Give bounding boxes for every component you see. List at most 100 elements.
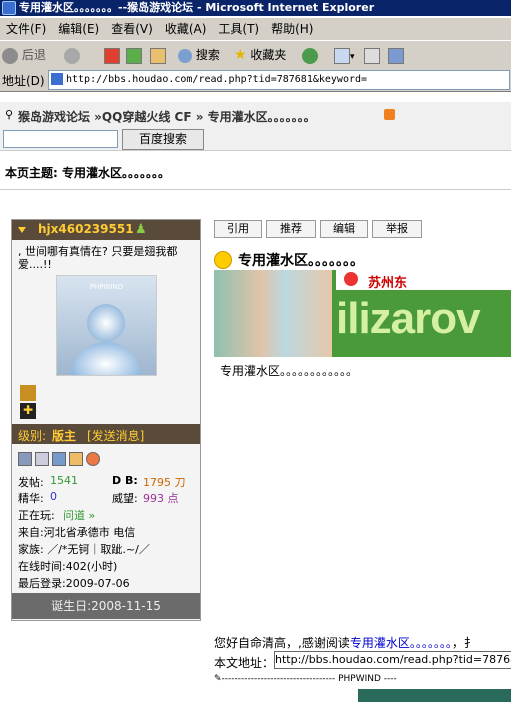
- bottom-image: [358, 689, 511, 702]
- user-from: 来自:河北省承德市 电信: [18, 526, 136, 539]
- home-icon: [150, 47, 166, 64]
- search-magnifier-icon: ⚲: [5, 108, 14, 121]
- separator-text: ----------------------------------- PHPW…: [221, 674, 397, 684]
- search-input[interactable]: [3, 130, 118, 148]
- playing-link[interactable]: 问道 »: [63, 507, 95, 523]
- hospital-cross-icon: [344, 272, 358, 286]
- level-label: 级别:: [18, 429, 47, 443]
- window-title-bar: 专用灌水区。。。。。。。--猴岛游戏论坛 - Microsoft Interne…: [0, 0, 511, 16]
- address-url: http://bbs.houdao.com/read.php?tid=78768…: [66, 74, 368, 85]
- medal-icon: ✚: [18, 385, 38, 419]
- menu-help[interactable]: 帮助(H): [265, 18, 319, 40]
- footer-topic-link[interactable]: 专用灌水区。。。。。。。: [350, 636, 452, 650]
- quote-button[interactable]: 引用: [214, 220, 262, 238]
- url-label: 本文地址：: [214, 656, 275, 670]
- user-signature: , 世间哪有真情在? 只要是翅我都爱....!!: [18, 245, 178, 271]
- edit-button[interactable]: [388, 45, 404, 65]
- window-title: 专用灌水区。。。。。。。--猴岛游戏论坛 - Microsoft Interne…: [19, 1, 375, 14]
- elite-value: 0: [50, 490, 57, 503]
- edit-page-icon: [388, 47, 404, 64]
- collapse-arrow-icon[interactable]: [18, 227, 26, 233]
- post-url: http://bbs.houdao.com/read.php?tid=78768: [275, 653, 511, 666]
- send-message-link[interactable]: [发送消息]: [87, 427, 144, 444]
- favorites-label: 收藏夹: [250, 48, 287, 62]
- pencil-icon: ✎: [214, 674, 222, 684]
- address-bar: 地址(D) http://bbs.houdao.com/read.php?tid…: [0, 69, 511, 92]
- baidu-search-button[interactable]: 百度搜索: [122, 129, 204, 150]
- footer-suffix: ，扌: [451, 636, 476, 650]
- print-button[interactable]: [364, 45, 380, 65]
- avatar-head: [87, 304, 125, 342]
- menu-tools[interactable]: 工具(T): [212, 18, 265, 40]
- star-icon: ★: [234, 47, 247, 63]
- smiley-icon: [214, 251, 232, 269]
- edit-post-button[interactable]: 编辑: [320, 220, 368, 238]
- avatar-body: [71, 342, 141, 375]
- browser-toolbar: 后退 搜索 ★ 收藏夹 ▾: [0, 40, 511, 70]
- search-label: 搜索: [195, 48, 220, 62]
- prestige-value: 993 点: [143, 492, 179, 505]
- history-button[interactable]: [302, 45, 318, 65]
- menu-file[interactable]: 文件(F): [0, 18, 52, 40]
- user-online-time: 在线时间:402(小时): [18, 560, 118, 573]
- menu-view[interactable]: 查看(V): [105, 18, 159, 40]
- profile-icon[interactable]: [18, 452, 32, 466]
- search-row: 百度搜索: [0, 128, 511, 150]
- report-button[interactable]: 举报: [372, 220, 422, 238]
- contact-icons: [18, 452, 103, 466]
- elite-label: 精华:: [18, 492, 44, 505]
- stop-button[interactable]: [104, 45, 120, 65]
- address-input[interactable]: http://bbs.houdao.com/read.php?tid=78768…: [48, 70, 510, 90]
- posts-label: 发帖:: [18, 476, 44, 489]
- post-url-field[interactable]: http://bbs.houdao.com/read.php?tid=78768: [274, 651, 511, 669]
- playing-label: 正在玩:: [18, 509, 55, 522]
- menu-edit[interactable]: 编辑(E): [52, 18, 105, 40]
- ad-banner[interactable]: 苏州东 ilizarov: [214, 270, 511, 357]
- db-value: 1795 刀: [143, 476, 186, 489]
- search-icon: [178, 48, 192, 63]
- mail-icon: [334, 47, 350, 64]
- message-icon[interactable]: [69, 452, 83, 466]
- banner-top-strip: 苏州东: [336, 270, 511, 291]
- forward-arrow-icon: [64, 47, 80, 64]
- username[interactable]: hjx460239551: [38, 222, 134, 236]
- breadcrumb[interactable]: 猴岛游戏论坛 »QQ穿越火线 CF » 专用灌水区。。。。。。。: [18, 108, 316, 125]
- banner-top-text: 苏州东: [368, 276, 408, 291]
- search-button[interactable]: 搜索: [178, 45, 220, 65]
- post-footer-thanks: 您好自命清高，,感谢阅读专用灌水区。。。。。。。，扌: [214, 634, 476, 651]
- user-header: hjx460239551 ♟: [12, 220, 200, 240]
- online-status-icon: ♟: [135, 222, 147, 237]
- refresh-icon: [126, 47, 142, 64]
- post-body: 专用灌水区。。。。。。。。。。。。: [220, 364, 359, 378]
- topic-title: 本页主题: 专用灌水区。。。。。。。: [5, 166, 170, 180]
- banner-brand-text: ilizarov: [336, 294, 481, 343]
- address-label: 地址(D): [2, 74, 45, 88]
- menu-bar: 文件(F) 编辑(E) 查看(V) 收藏(A) 工具(T) 帮助(H): [0, 18, 511, 40]
- forward-button[interactable]: [64, 45, 80, 65]
- recommend-button[interactable]: 推荐: [266, 220, 316, 238]
- rss-icon[interactable]: [384, 109, 395, 120]
- medal-bottom: ✚: [20, 403, 36, 419]
- avatar-logo-text: PHPWIND: [89, 283, 124, 291]
- user-last-login: 最后登录:2009-07-06: [18, 577, 130, 590]
- mail-button[interactable]: ▾: [334, 45, 355, 65]
- level-value: 版主: [52, 429, 77, 443]
- medal-top: [20, 385, 36, 401]
- qq-icon[interactable]: [86, 452, 100, 466]
- menu-favorites[interactable]: 收藏(A): [159, 18, 213, 40]
- notes-icon[interactable]: [35, 452, 49, 466]
- footer-prefix: 您好自命清高，,感谢阅读: [214, 636, 350, 650]
- banner-photos: [214, 270, 332, 357]
- avatar: PHPWIND: [56, 275, 157, 376]
- mail-dropdown-icon: ▾: [350, 52, 355, 62]
- separator-line: ✎----------------------------------- PHP…: [214, 674, 511, 684]
- page-icon: [51, 73, 63, 85]
- back-button[interactable]: 后退: [2, 45, 46, 65]
- db-label: D B:: [112, 474, 138, 487]
- home-button[interactable]: [150, 45, 166, 65]
- refresh-button[interactable]: [126, 45, 142, 65]
- ie-icon: [2, 1, 16, 15]
- add-friend-icon[interactable]: [52, 452, 66, 466]
- favorites-button[interactable]: ★ 收藏夹: [234, 45, 286, 65]
- prestige-label: 威望:: [112, 492, 138, 505]
